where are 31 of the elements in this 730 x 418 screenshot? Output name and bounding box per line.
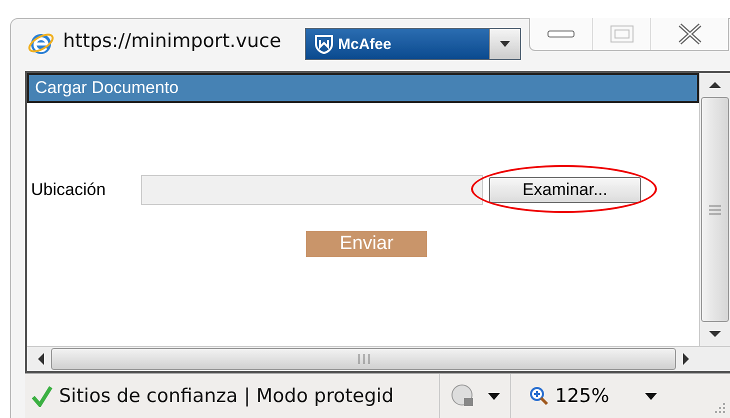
security-zone-text: Sitios de confianza | Modo protegid — [59, 385, 395, 407]
grip-icon — [356, 354, 370, 364]
minimize-icon — [547, 30, 575, 38]
zoom-level: 125% — [555, 385, 610, 407]
vertical-scrollbar[interactable] — [699, 73, 730, 346]
shield-icon — [314, 34, 334, 54]
toolbar-dropdown[interactable]: McAfee — [305, 28, 521, 60]
toolbar-label: McAfee — [338, 36, 392, 52]
horizontal-scrollbar[interactable] — [27, 346, 730, 371]
close-icon — [676, 23, 702, 45]
window-title: https://minimport.vuce — [63, 30, 282, 52]
zoom-control[interactable]: 125% — [510, 374, 668, 418]
caret-icon — [488, 392, 500, 400]
caret-icon — [500, 41, 510, 47]
resize-grip-icon[interactable] — [714, 402, 726, 414]
page-header: Cargar Documento — [27, 73, 699, 103]
field-label: Ubicación — [31, 180, 107, 200]
dropdown-toggle[interactable] — [489, 29, 520, 59]
file-path-field[interactable] — [141, 175, 483, 205]
caret-icon — [645, 392, 658, 400]
checkmark-icon — [31, 385, 53, 407]
scroll-up-icon — [709, 81, 721, 89]
scroll-left-icon — [37, 353, 45, 365]
scroll-right-icon — [682, 353, 690, 365]
scroll-thumb[interactable] — [51, 348, 676, 370]
browse-button[interactable]: Examinar... — [489, 177, 641, 203]
scroll-thumb[interactable] — [701, 97, 729, 322]
zoom-icon — [529, 386, 549, 406]
grip-icon — [709, 204, 721, 214]
scroll-down-icon — [709, 330, 721, 338]
maximize-icon — [610, 25, 634, 43]
